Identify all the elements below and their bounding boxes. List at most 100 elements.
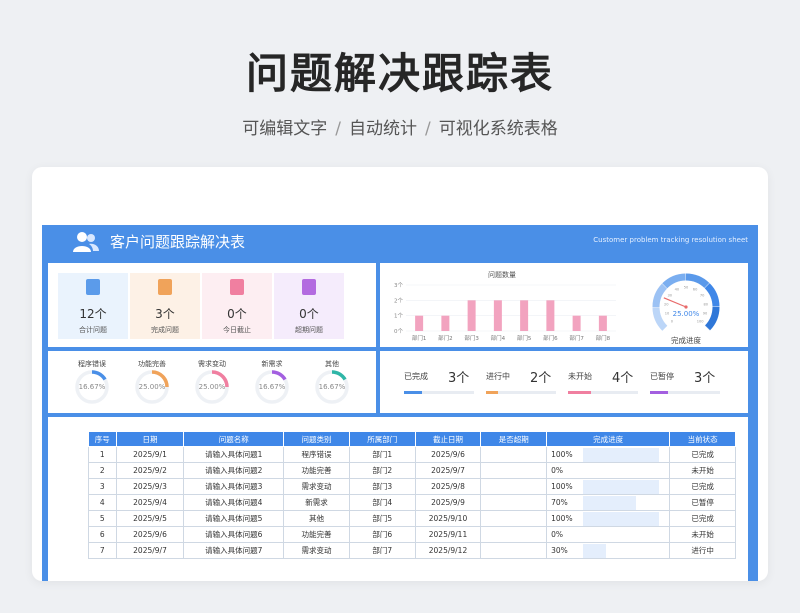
gauge-tick: 20: [664, 302, 669, 306]
table-row: 2 2025/9/2 请输入具体问题2 功能完善 部门2 2025/9/7 0% 未开始: [88, 462, 736, 479]
cell-type: 其他: [283, 510, 350, 527]
stat-value: 0个: [227, 307, 247, 321]
category-donuts-panel: 程序错误 16.67% 功能完善 25.00% 需求变动 25.00% 新需求 16.67% 其…: [48, 351, 376, 413]
page-subtitle: 可编辑文字 / 自动统计 / 可视化系统表格: [0, 114, 800, 139]
table-row: 7 2025/9/7 请输入具体问题7 需求变动 部门7 2025/9/12 30% 进行中: [88, 542, 736, 559]
status-panel: 已完成 3个 进行中 2个 未开始 4个 已暂停 3个: [380, 351, 748, 413]
status-track: [486, 391, 556, 394]
status-label: 已完成: [404, 372, 428, 381]
cell-overdue: [480, 462, 548, 479]
cell-dept: 部门4: [348, 494, 416, 511]
status-track: [404, 391, 474, 394]
cell-type: 需求变动: [283, 542, 350, 559]
preview-card: 客户问题跟踪解决表 Customer problem tracking reso…: [32, 167, 768, 581]
column-header: 完成进度: [546, 431, 671, 447]
cell-name: 请输入具体问题7: [183, 542, 285, 559]
status-fill: [486, 391, 498, 394]
gauge-panel: 0 10 20 30 40 50 60 70 80 90 100 25.00% 完成进度: [624, 263, 748, 347]
x-tick-label: 部门6: [543, 334, 558, 342]
cell-progress: 100%: [546, 510, 671, 527]
subtitle-item: 可视化系统表格: [438, 119, 558, 139]
table-row: 1 2025/9/1 请输入具体问题1 程序错误 部门1 2025/9/6 100% 已完成: [88, 446, 736, 463]
bar: [441, 315, 450, 331]
progress-text: 0%: [551, 530, 564, 539]
bar-chart: 问题数量 0个 1个 2个 3个部门1 部门2 部门3 部门4 部门5 部门6 部门7 部门8: [394, 270, 616, 342]
cell-due: 2025/9/12: [414, 542, 482, 559]
stat-icon: [158, 279, 172, 295]
stat-label: 合计问题: [79, 326, 107, 334]
status-label: 已暂停: [650, 372, 674, 381]
status-item: 已暂停 3个: [650, 361, 730, 405]
category-donut: 新需求 16.67%: [246, 357, 298, 413]
progress-text: 70%: [551, 498, 568, 507]
users-icon: [73, 232, 99, 252]
cell-date: 2025/9/4: [115, 494, 185, 511]
status-label: 进行中: [486, 372, 510, 381]
cell-name: 请输入具体问题2: [183, 462, 285, 479]
status-item: 未开始 4个: [568, 361, 648, 405]
gauge-hub: [684, 305, 688, 309]
stat-icon: [230, 279, 244, 295]
cell-dept: 部门7: [348, 542, 416, 559]
cell-date: 2025/9/5: [115, 510, 185, 527]
stat-icon: [86, 279, 100, 295]
status-count: 3个: [448, 371, 470, 386]
chart-title: 问题数量: [488, 270, 516, 279]
cell-due: 2025/9/8: [414, 478, 482, 495]
column-header: 所属部门: [348, 431, 416, 447]
donut-value: 16.67%: [318, 383, 346, 391]
bar-chart-panel: 问题数量 0个 1个 2个 3个 部门1 部门2 部门3 部门4 部门5 部门6 部门7 部门8: [380, 263, 624, 347]
x-tick-label: 部门5: [517, 334, 532, 342]
cell-name: 请输入具体问题5: [183, 510, 285, 527]
cell-overdue: [480, 526, 548, 543]
stat-card: 0个 超期问题: [274, 273, 344, 339]
cell-dept: 部门5: [348, 510, 416, 527]
progress-text: 30%: [551, 546, 568, 555]
cell-no: 2: [88, 462, 117, 479]
y-tick-label: 1个: [394, 313, 403, 320]
bar: [546, 300, 555, 331]
y-tick-label: 3个: [394, 282, 403, 289]
gauge-tick: 0: [671, 320, 674, 324]
stat-icon: [302, 279, 316, 295]
donut-label: 需求变动: [198, 360, 226, 368]
category-donut: 其他 16.67%: [306, 357, 358, 413]
cell-date: 2025/9/7: [115, 542, 185, 559]
gauge-tick: 30: [668, 294, 673, 298]
progress-bar: [583, 480, 660, 494]
gauge-tick: 80: [703, 302, 708, 306]
subtitle-item: 可编辑文字: [242, 119, 328, 139]
page-title: 问题解决跟踪表: [245, 49, 554, 98]
cell-name: 请输入具体问题6: [183, 526, 285, 543]
x-tick-label: 部门4: [491, 334, 506, 342]
cell-type: 功能完善: [283, 462, 350, 479]
gauge-segment: [704, 283, 720, 307]
progress-text: 100%: [551, 450, 573, 459]
x-tick-label: 部门8: [596, 334, 611, 342]
cell-date: 2025/9/6: [115, 526, 185, 543]
issues-table: 序号 日期 问题名称 问题类别 所属部门 截止日期 是否超期 完成进度 当前状态 1 2025/9…: [88, 431, 736, 559]
status-item: 进行中 2个: [486, 361, 566, 405]
cell-progress: 100%: [546, 446, 671, 463]
cell-status: 进行中: [669, 542, 736, 559]
table-header-row: 序号 日期 问题名称 问题类别 所属部门 截止日期 是否超期 完成进度 当前状态: [88, 431, 736, 447]
bar: [493, 300, 502, 331]
cell-progress: 100%: [546, 478, 671, 495]
status-item: 已完成 3个: [404, 361, 484, 405]
cell-status: 已完成: [669, 510, 736, 527]
cell-name: 请输入具体问题4: [183, 494, 285, 511]
table-row: 6 2025/9/6 请输入具体问题6 功能完善 部门6 2025/9/11 0% 未开始: [88, 526, 736, 543]
category-donut: 程序错误 16.67%: [66, 357, 118, 413]
donut-label: 其他: [325, 360, 339, 368]
cell-dept: 部门2: [348, 462, 416, 479]
gauge-label: 完成进度: [671, 335, 701, 345]
table-row: 5 2025/9/5 请输入具体问题5 其他 部门5 2025/9/10 100% 已完成: [88, 510, 736, 527]
cell-dept: 部门3: [348, 478, 416, 495]
table-row: 4 2025/9/4 请输入具体问题4 新需求 部门4 2025/9/9 70% 已暂停: [88, 494, 736, 511]
cell-progress: 70%: [546, 494, 671, 511]
cell-progress: 0%: [546, 462, 671, 479]
gauge-tick: 100: [697, 320, 705, 324]
stat-label: 今日截止: [223, 326, 251, 334]
cell-overdue: [480, 510, 548, 527]
cell-no: 1: [88, 446, 117, 463]
